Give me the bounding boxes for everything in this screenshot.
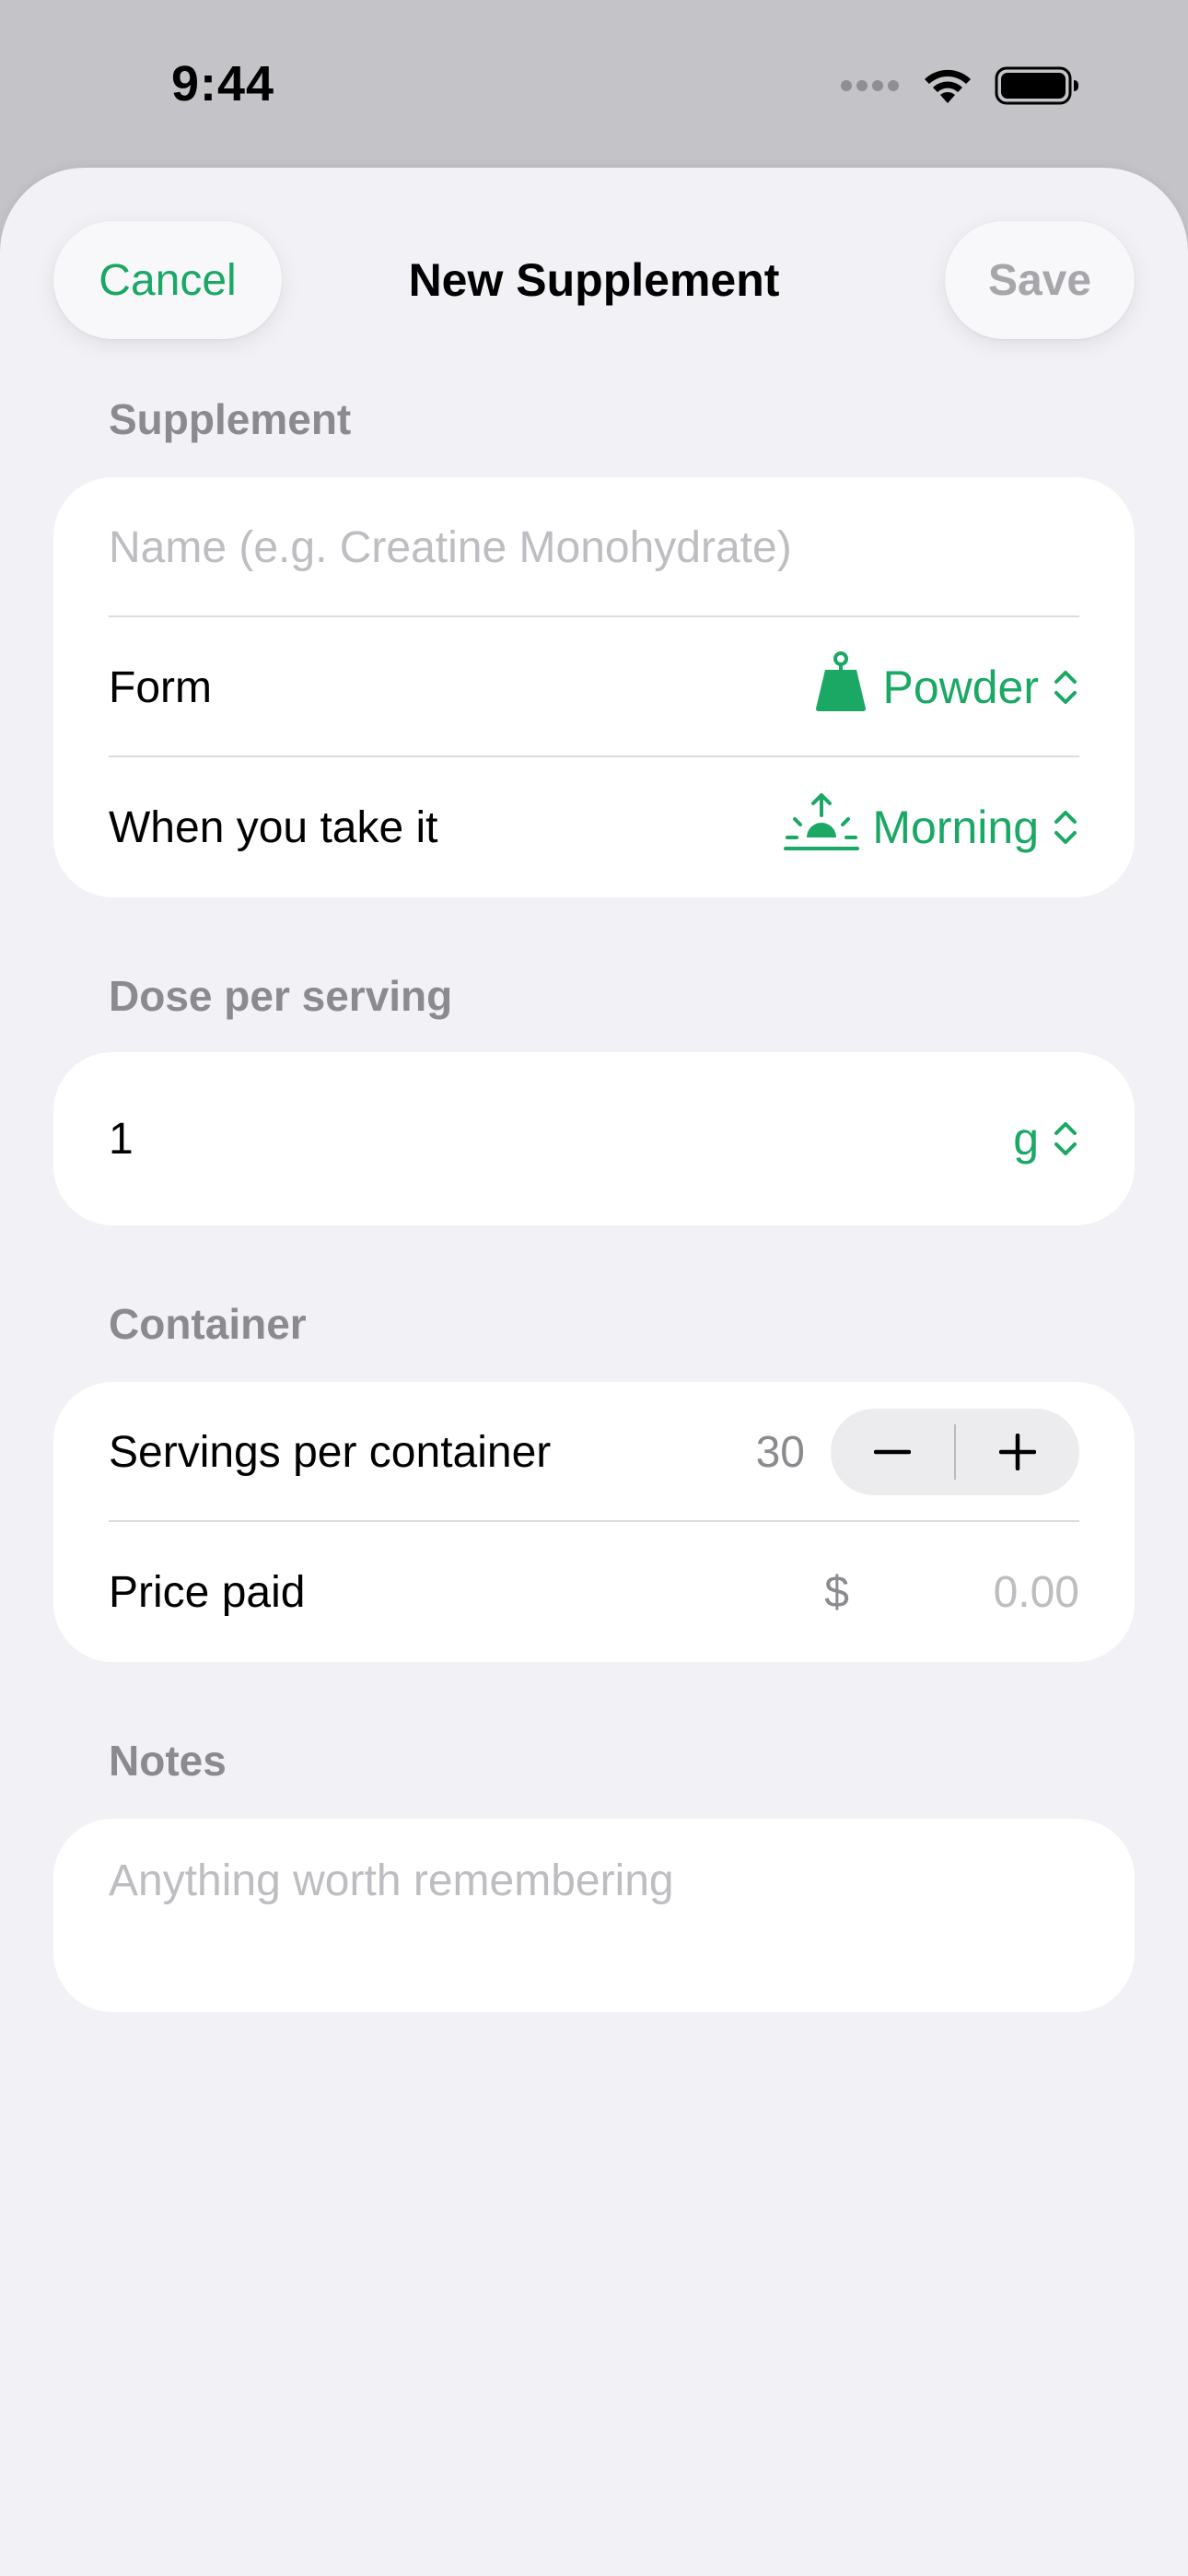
battery-icon	[995, 66, 1079, 110]
status-bar: 9:44	[0, 0, 1188, 168]
price-input[interactable]: 0.00	[849, 1567, 1079, 1618]
minus-icon	[874, 1449, 911, 1455]
dose-card: 1 g	[53, 1052, 1135, 1225]
dose-unit: g	[1013, 1113, 1039, 1165]
dose-row: 1 g	[109, 1069, 1079, 1209]
plus-icon	[999, 1434, 1036, 1470]
form-row: Form Powder	[109, 617, 1079, 757]
notes-card[interactable]: Anything worth remembering	[53, 1819, 1135, 2012]
section-label-dose: Dose per serving	[109, 972, 453, 1020]
section-label-supplement: Supplement	[109, 395, 352, 443]
decrement-button[interactable]	[831, 1409, 954, 1495]
new-supplement-sheet: Cancel New Supplement Save Supplement Na…	[0, 168, 1188, 2576]
cellular-dots-icon	[840, 79, 901, 97]
status-time: 9:44	[171, 56, 275, 111]
increment-button[interactable]	[956, 1409, 1079, 1495]
scale-weight-icon	[812, 651, 869, 723]
container-card: Servings per container 30 Price paid $ 0…	[53, 1382, 1135, 1662]
chevron-up-down-icon	[1052, 806, 1079, 849]
when-label: When you take it	[109, 802, 438, 852]
notes-textarea[interactable]: Anything worth remembering	[109, 1856, 1079, 1906]
servings-row: Servings per container 30	[109, 1382, 1079, 1522]
price-row: Price paid $ 0.00	[109, 1522, 1079, 1662]
save-button[interactable]: Save	[945, 221, 1135, 339]
supplement-card: Name (e.g. Creatine Monohydrate) Form Po…	[53, 477, 1135, 897]
dose-amount-input[interactable]: 1	[109, 1114, 134, 1165]
chevron-up-down-icon	[1052, 666, 1079, 708]
price-label: Price paid	[109, 1567, 306, 1617]
chevron-up-down-icon	[1052, 1118, 1079, 1160]
wifi-icon	[921, 66, 974, 110]
sunrise-icon	[784, 791, 860, 863]
servings-stepper	[831, 1409, 1079, 1495]
currency-symbol: $	[824, 1567, 849, 1617]
when-row: When you take it Morning	[109, 757, 1079, 897]
nav-bar: Cancel New Supplement Save	[0, 221, 1188, 341]
status-icons	[840, 66, 1079, 110]
form-value: Powder	[882, 662, 1039, 713]
dose-unit-picker[interactable]: g	[1013, 1112, 1079, 1165]
section-label-container: Container	[109, 1300, 307, 1348]
name-field[interactable]: Name (e.g. Creatine Monohydrate)	[109, 477, 1079, 617]
servings-label: Servings per container	[109, 1427, 552, 1477]
form-label: Form	[109, 662, 212, 712]
when-value: Morning	[872, 802, 1039, 853]
servings-value: 30	[755, 1427, 805, 1477]
form-picker[interactable]: Powder	[812, 651, 1079, 723]
name-placeholder: Name (e.g. Creatine Monohydrate)	[109, 522, 792, 572]
section-label-notes: Notes	[109, 1737, 227, 1785]
when-picker[interactable]: Morning	[784, 791, 1079, 863]
